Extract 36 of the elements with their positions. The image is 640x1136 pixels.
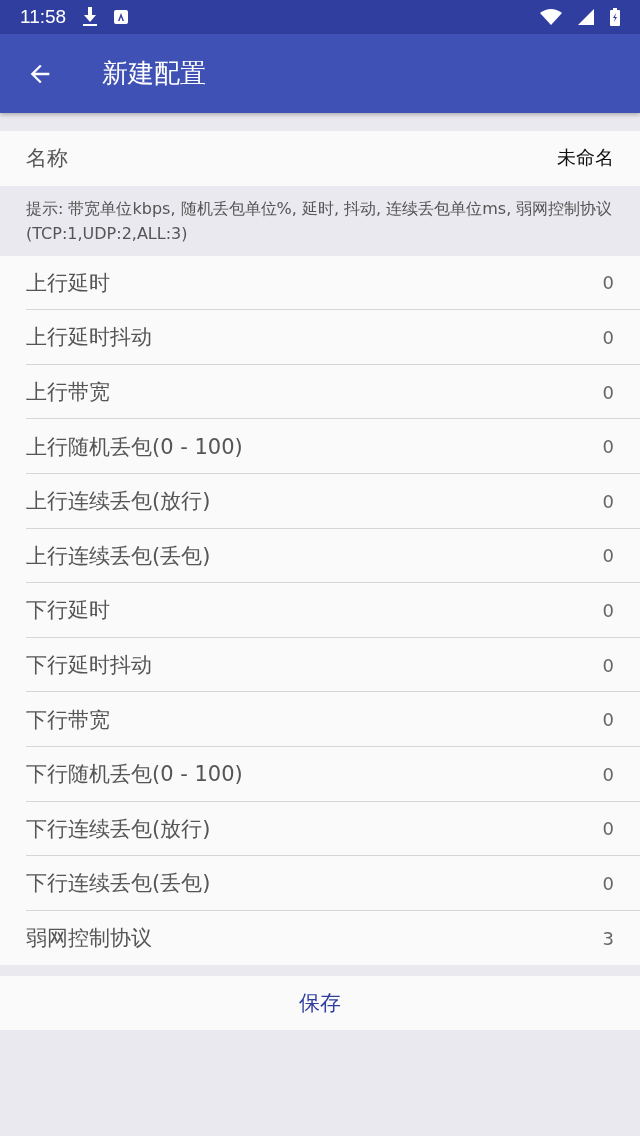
- setting-value[interactable]: 0: [602, 763, 614, 785]
- setting-label: 上行连续丢包(丢包): [26, 542, 211, 570]
- setting-label: 下行连续丢包(丢包): [26, 870, 211, 898]
- setting-label: 下行随机丢包(0 - 100): [26, 761, 243, 789]
- wifi-icon: [540, 9, 562, 25]
- setting-label: 下行连续丢包(放行): [26, 815, 211, 843]
- setting-value[interactable]: 0: [602, 436, 614, 458]
- save-button[interactable]: 保存: [0, 976, 640, 1031]
- status-time: 11:58: [20, 6, 67, 28]
- setting-value[interactable]: 0: [602, 490, 614, 512]
- setting-value[interactable]: 0: [602, 709, 614, 731]
- setting-value[interactable]: 0: [602, 599, 614, 621]
- setting-label: 上行随机丢包(0 - 100): [26, 433, 243, 461]
- setting-value[interactable]: 0: [602, 381, 614, 403]
- battery-icon: [610, 8, 620, 26]
- setting-label: 弱网控制协议: [26, 925, 152, 952]
- setting-value[interactable]: 3: [602, 927, 614, 949]
- setting-value[interactable]: 0: [602, 818, 614, 840]
- name-label: 名称: [26, 145, 68, 173]
- app-notification-icon: [114, 10, 129, 24]
- setting-label: 上行带宽: [26, 379, 110, 407]
- download-icon: [82, 7, 99, 27]
- screen-title: 新建配置: [102, 57, 206, 90]
- setting-label: 上行连续丢包(放行): [26, 488, 211, 516]
- setting-label: 下行延时抖动: [26, 652, 152, 680]
- setting-value[interactable]: 0: [602, 654, 614, 676]
- setting-label: 下行带宽: [26, 706, 110, 734]
- setting-value[interactable]: 0: [602, 545, 614, 567]
- setting-label: 下行延时: [26, 597, 110, 625]
- setting-label: 上行延时: [26, 269, 110, 297]
- name-value[interactable]: 未命名: [557, 145, 614, 172]
- setting-label: 上行延时抖动: [26, 324, 152, 352]
- setting-value[interactable]: 0: [602, 327, 614, 348]
- setting-value[interactable]: 0: [602, 872, 614, 894]
- signal-icon: [578, 9, 594, 25]
- setting-value[interactable]: 0: [602, 272, 614, 294]
